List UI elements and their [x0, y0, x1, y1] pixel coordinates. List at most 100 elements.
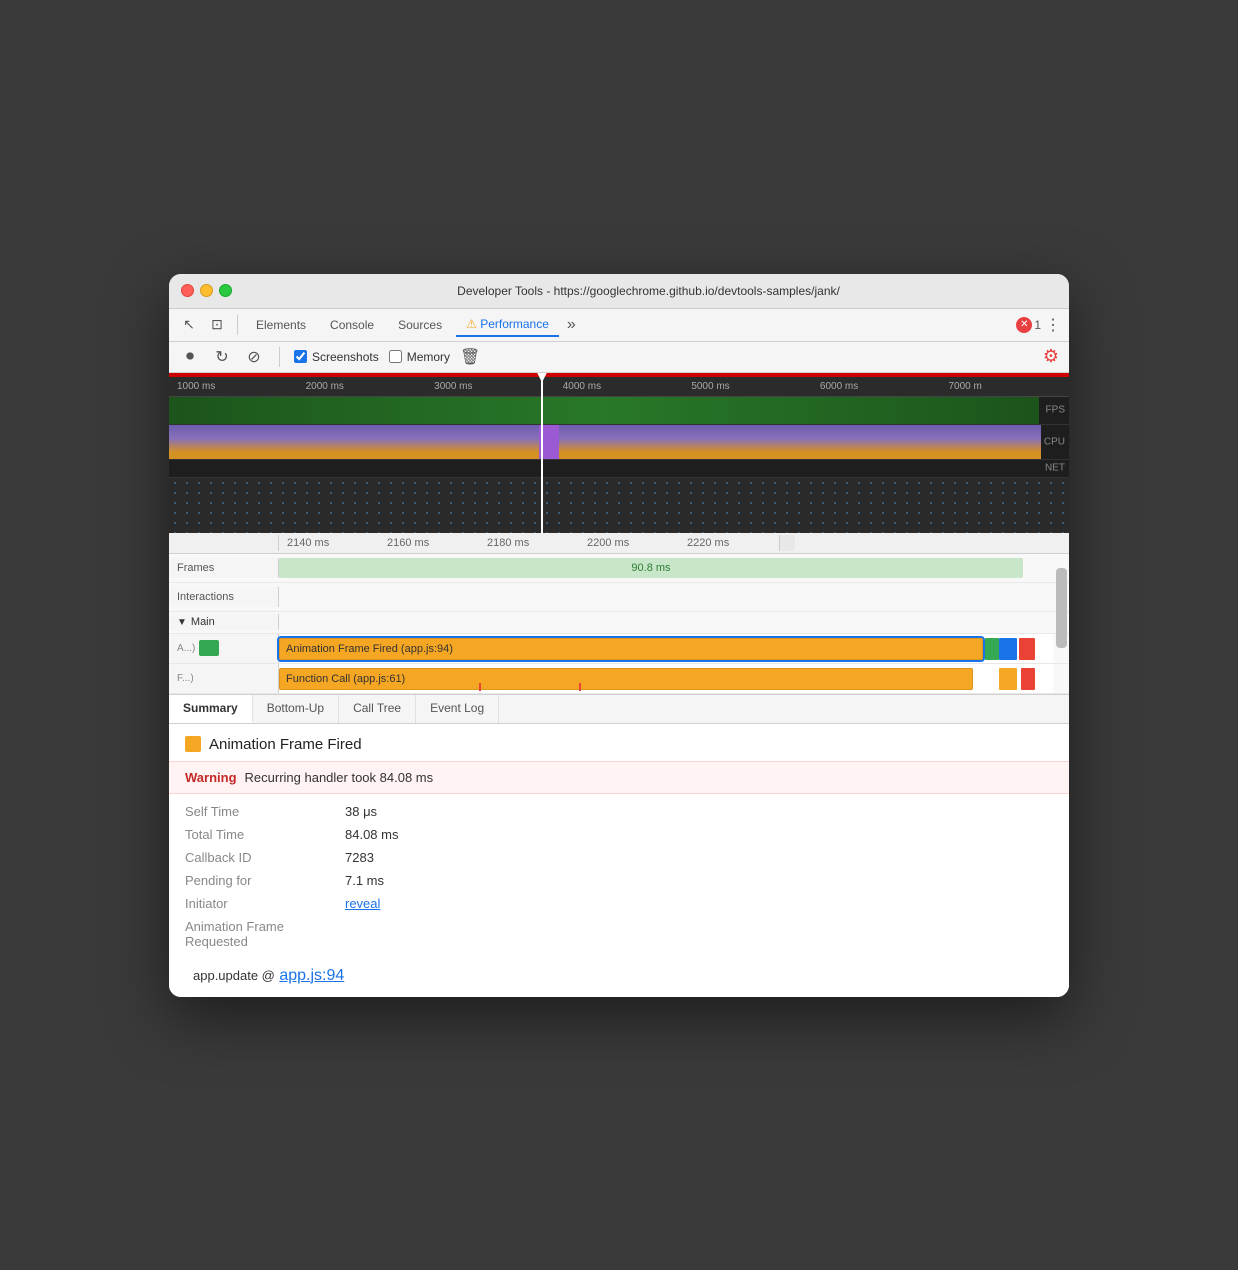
- detail-time-ruler: 2140 ms 2160 ms 2180 ms 2200 ms 2220 ms: [169, 533, 1069, 554]
- screenshots-checkbox-label[interactable]: Screenshots: [294, 350, 379, 364]
- tab-summary[interactable]: Summary: [169, 695, 253, 723]
- timeline-cursor: [541, 373, 543, 533]
- time-mark-2: 2000 ms: [298, 379, 427, 394]
- flame-prefix-1: A...): [177, 643, 195, 654]
- net-row: NET: [169, 460, 1069, 478]
- tab-event-log[interactable]: Event Log: [416, 695, 499, 723]
- key-initiator: Initiator: [185, 896, 345, 911]
- detail-time-4: 2200 ms: [579, 535, 679, 551]
- summary-panel: Animation Frame Fired Warning Recurring …: [169, 724, 1069, 997]
- red-tick-2: [579, 683, 581, 691]
- animation-frame-fired-bar[interactable]: Animation Frame Fired (app.js:94): [279, 638, 983, 660]
- animation-frame-fired-text: Animation Frame Fired (app.js:94): [286, 643, 453, 655]
- green-indicator-1: [985, 638, 999, 660]
- blue-indicator-1: [999, 638, 1017, 660]
- time-ruler: 1000 ms 2000 ms 3000 ms 4000 ms 5000 ms …: [169, 377, 1069, 397]
- title-bar: Developer Tools - https://googlechrome.g…: [169, 274, 1069, 309]
- key-pending-for: Pending for: [185, 873, 345, 888]
- frames-content: 90.8 ms: [279, 554, 1053, 582]
- screenshots-label: Screenshots: [312, 350, 379, 364]
- toolbar-separator: [237, 315, 238, 335]
- screenshots-row: [169, 478, 1069, 533]
- tab-sources[interactable]: Sources: [388, 314, 452, 336]
- frames-duration: 90.8 ms: [631, 562, 670, 574]
- function-call-text: Function Call (app.js:61): [286, 673, 405, 685]
- flame-row-2: F...) Function Call (app.js:61): [169, 664, 1069, 694]
- flame-green-indicator: [199, 640, 219, 656]
- flame-content-1[interactable]: Animation Frame Fired (app.js:94): [279, 634, 1053, 663]
- time-mark-6: 6000 ms: [812, 379, 941, 394]
- flame-row-1: A...) Animation Frame Fired (app.js:94): [169, 634, 1069, 664]
- time-mark-5: 5000 ms: [683, 379, 812, 394]
- warning-icon: ⚠: [466, 317, 477, 331]
- minimize-button[interactable]: [200, 284, 213, 297]
- flame-prefix-2: F...): [177, 673, 194, 684]
- settings-button[interactable]: ⚙: [1043, 346, 1059, 367]
- warning-text: Recurring handler took 84.08 ms: [245, 770, 434, 785]
- detail-time-5: 2220 ms: [679, 535, 779, 551]
- tab-call-tree[interactable]: Call Tree: [339, 695, 416, 723]
- interactions-label: Interactions: [169, 587, 279, 607]
- scrollbar[interactable]: [779, 535, 795, 551]
- reload-button[interactable]: ↻: [211, 346, 233, 368]
- toolbar2-separator: [279, 347, 280, 367]
- flame-label-1: A...): [169, 634, 279, 663]
- detail-time-2: 2160 ms: [379, 535, 479, 551]
- frames-label: Frames: [169, 558, 279, 578]
- net-label: NET: [1045, 463, 1065, 474]
- time-mark-7: 7000 m: [940, 379, 1069, 394]
- error-count: 1: [1034, 318, 1041, 332]
- detail-timeline: 2140 ms 2160 ms 2180 ms 2200 ms 2220 ms …: [169, 533, 1069, 695]
- record-button[interactable]: ⏺: [179, 346, 201, 368]
- cpu-label: CPU: [1044, 436, 1065, 447]
- memory-checkbox-label[interactable]: Memory: [389, 350, 450, 364]
- frames-bar: 90.8 ms: [279, 558, 1023, 578]
- close-button[interactable]: [181, 284, 194, 297]
- red-indicator-1: [1019, 638, 1035, 660]
- main-label[interactable]: ▼ Main: [169, 614, 279, 630]
- initiator-link[interactable]: reveal: [345, 896, 1053, 911]
- tab-console[interactable]: Console: [320, 314, 384, 336]
- kebab-menu[interactable]: ⋮: [1045, 315, 1061, 335]
- mobile-icon[interactable]: ⊡: [205, 313, 229, 337]
- screenshots-checkbox[interactable]: [294, 350, 307, 363]
- key-animation-frame: Animation Frame Requested: [185, 919, 345, 949]
- interactions-content: [279, 583, 1053, 611]
- tab-elements[interactable]: Elements: [246, 314, 316, 336]
- stack-link[interactable]: app.js:94: [279, 967, 344, 984]
- flame-content-2[interactable]: Function Call (app.js:61): [279, 664, 1053, 693]
- maximize-button[interactable]: [219, 284, 232, 297]
- tab-performance[interactable]: ⚠ Performance: [456, 313, 559, 337]
- orange-indicator-2: [999, 668, 1017, 690]
- tab-bottom-up[interactable]: Bottom-Up: [253, 695, 339, 723]
- trash-button[interactable]: 🗑: [460, 347, 480, 367]
- window-title: Developer Tools - https://googlechrome.g…: [240, 284, 1057, 298]
- fps-label: FPS: [1046, 405, 1065, 416]
- fps-bar: [169, 397, 1039, 424]
- red-indicator-2: [1021, 668, 1035, 690]
- cursor-icon[interactable]: ↖: [177, 313, 201, 337]
- detail-time-3: 2180 ms: [479, 535, 579, 551]
- timeline-overview[interactable]: 1000 ms 2000 ms 3000 ms 4000 ms 5000 ms …: [169, 373, 1069, 533]
- event-title: Animation Frame Fired: [209, 736, 362, 753]
- val-self-time: 38 μs: [345, 804, 1053, 819]
- close-badge: ✕ 1: [1016, 317, 1041, 333]
- devtools-window: Developer Tools - https://googlechrome.g…: [169, 274, 1069, 997]
- collapse-icon: ▼: [177, 617, 187, 628]
- val-pending-for: 7.1 ms: [345, 873, 1053, 888]
- cpu-fill: [169, 425, 1041, 459]
- function-call-bar[interactable]: Function Call (app.js:61): [279, 668, 973, 690]
- error-icon[interactable]: ✕: [1016, 317, 1032, 333]
- key-total-time: Total Time: [185, 827, 345, 842]
- cpu-row: CPU: [169, 425, 1069, 460]
- time-mark-3: 3000 ms: [426, 379, 555, 394]
- more-tabs-button[interactable]: »: [563, 316, 580, 334]
- memory-checkbox[interactable]: [389, 350, 402, 363]
- fps-row: FPS: [169, 397, 1069, 425]
- bottom-tabs: Summary Bottom-Up Call Tree Event Log: [169, 695, 1069, 724]
- main-label-text: Main: [191, 616, 215, 628]
- frames-track: Frames 90.8 ms: [169, 554, 1069, 583]
- stack-row: app.update @ app.js:94: [169, 959, 1069, 997]
- clear-button[interactable]: ⊘: [243, 346, 265, 368]
- key-self-time: Self Time: [185, 804, 345, 819]
